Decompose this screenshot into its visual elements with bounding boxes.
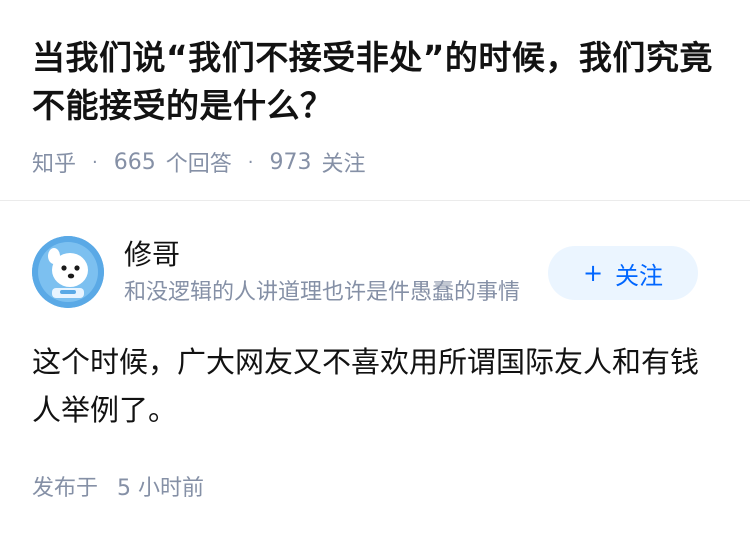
author-bio: 和没逻辑的人讲道理也许是件愚蠢的事情 (124, 280, 521, 305)
question-title[interactable]: 当我们说“我们不接受非处”的时候，我们究竟不能接受的是什么？ (32, 34, 718, 130)
follower-label[interactable]: 关注 (322, 146, 366, 178)
cartoon-avatar-icon[interactable] (32, 236, 104, 308)
answer-count-label[interactable]: 个回答 (166, 146, 232, 178)
separator-dot: · (92, 151, 98, 173)
plus-icon: + (582, 259, 604, 287)
answer-count[interactable]: 665 (114, 150, 156, 175)
publish-label: 发布于 (32, 476, 99, 501)
publish-time: 5 小时前 (117, 476, 205, 501)
author-row: 修哥 和没逻辑的人讲道理也许是件愚蠢的事情 + 关注 (32, 236, 718, 308)
follower-count[interactable]: 973 (270, 150, 312, 175)
follow-button-label: 关注 (615, 261, 664, 290)
follow-button[interactable]: + 关注 (548, 246, 698, 300)
author-name[interactable]: 修哥 (124, 238, 180, 272)
section-divider (0, 200, 750, 201)
separator-dot: · (247, 151, 254, 173)
answer-timestamp: 发布于 5 小时前 (32, 470, 204, 502)
question-meta: 知乎 · 665 个回答 · 973 关注 (32, 146, 718, 178)
source-label[interactable]: 知乎 (32, 146, 76, 178)
question-header: 当我们说“我们不接受非处”的时候，我们究竟不能接受的是什么？ 知乎 · 665 … (0, 0, 750, 200)
answer-content[interactable]: 这个时候，广大网友又不喜欢用所谓国际友人和有钱人举例了。 (32, 338, 718, 434)
